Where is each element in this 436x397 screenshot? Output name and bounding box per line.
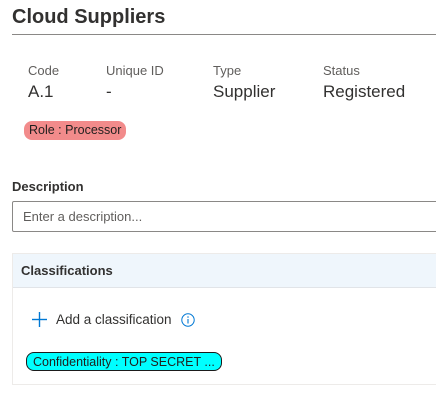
field-type: Type Supplier [213,62,275,103]
description-input[interactable] [12,201,436,232]
field-status: Status Registered [323,62,405,103]
plus-icon [31,311,48,328]
role-badge[interactable]: Role : Processor [24,121,127,140]
add-classification-button[interactable]: Add a classification [31,311,195,328]
field-unique-id-label: Unique ID [106,63,164,78]
field-code-label: Code [28,63,60,78]
field-unique-id-value: - [106,82,112,101]
description-label: Description [12,179,84,194]
field-type-label: Type [213,63,242,78]
classifications-panel: Classifications Add a classification Con… [12,253,436,385]
field-unique-id: Unique ID - [106,62,164,103]
title-divider [12,34,436,35]
info-icon[interactable] [180,312,195,327]
field-status-label: Status [323,63,360,78]
field-code: Code A.1 [28,62,59,103]
add-classification-label: Add a classification [56,312,172,327]
field-type-value: Supplier [213,82,276,101]
classifications-header: Classifications [13,254,436,288]
page-title: Cloud Suppliers [12,6,166,28]
field-code-value: A.1 [28,82,54,101]
field-status-value: Registered [323,82,406,101]
confidentiality-badge[interactable]: Confidentiality : TOP SECRET ... [26,352,222,371]
classifications-header-label: Classifications [21,263,113,278]
